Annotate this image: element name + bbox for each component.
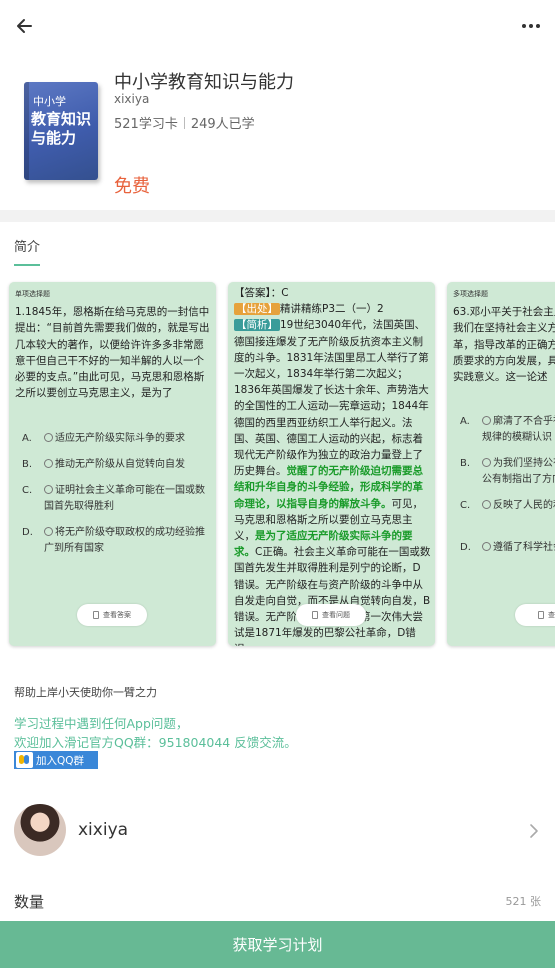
answer-line: 【答案】：C [234,287,289,299]
document-icon [538,611,544,619]
cover-subtitle: 中小学 [33,95,66,108]
course-author[interactable]: xixiya [114,92,149,106]
cover-title: 教育知识与能力 [31,110,92,147]
learner-count: 249人已学 [190,117,255,132]
document-icon [312,611,318,619]
top-bar [0,0,555,50]
preview-card-question[interactable]: 单项选择题 1.1845年，恩格斯在给马克思的一封信中提出：“目前首先需要我们做… [9,282,216,646]
option-text: 证明社会主义革命可能在一国或数国首先取得胜利 [44,485,205,512]
radio-circle-icon [44,433,53,442]
option-letter: B. [460,458,471,469]
help-text-line1: 学习过程中遇到任何App问题， [14,716,189,731]
source-tag: 【出处】 [234,303,280,316]
option-letter: D. [22,527,33,538]
course-detail-page: 中小学 教育知识与能力 中小学教育知识与能力 xixiya 521学习卡 249… [0,0,555,968]
course-cover[interactable]: 中小学 教育知识与能力 [24,82,98,180]
course-stats: 521学习卡 249人已学 [114,113,255,132]
radio-circle-icon [482,542,491,551]
chevron-right-icon[interactable] [527,822,541,840]
option-d[interactable]: D. 将无产阶级夺取政权的成功经验推广到所有国家 [22,525,212,557]
analysis-text: 19世纪3040年代，法国英国、德国接连爆发了无产阶级反抗资本主义制度的斗争。1… [234,319,429,478]
stats-divider [183,116,185,129]
option-letter: C. [22,485,33,496]
quantity-value: 521 张 [505,895,542,908]
option-text: 廓清了不合乎社会主义本质的发展规律的模糊认识 [482,416,555,443]
option-letter: A. [22,433,32,444]
option-text: 为我们坚持公有制主体地位和发展公有制指出了方向 [482,458,555,485]
radio-circle-icon [482,416,491,425]
question-text: 63.邓小平关于社会主义本质的理论，对于我们在坚持社会主义方向的基础上推进改革，… [453,306,555,384]
more-dots-icon[interactable] [517,12,545,40]
quantity-label: 数量 [14,893,45,911]
get-study-plan-button[interactable]: 获取学习计划 [0,921,555,968]
qq-icon [16,752,33,768]
help-title: 帮助上岸小天使助你一臂之力 [14,686,157,699]
question-type: 单项选择题 [15,290,50,298]
analysis-tag: 【简析】 [234,319,280,332]
price-label: 免费 [114,176,150,197]
source-text: 精讲精练P3二（一）2 [280,303,384,316]
answer-text: 【答案】：C 【出处】 精讲精练P3二（一）2 【简析】 19世纪3040年代，法国… [234,285,431,646]
join-qq-label: 加入QQ群 [36,754,85,767]
view-answer-label: 查看答案 [103,611,131,619]
course-title: 中小学教育知识与能力 [114,72,294,93]
option-b[interactable]: B. 推动无产阶级从自觉转向自发 [22,457,212,473]
radio-circle-icon [44,527,53,536]
view-answer-label: 查看 [548,611,555,619]
document-icon [93,611,99,619]
view-question-label: 查看问题 [322,611,350,619]
option-a[interactable]: A. 适应无产阶级实际斗争的要求 [22,431,212,447]
join-qq-group-button[interactable]: 加入QQ群 [14,751,98,769]
option-c[interactable]: C. 证明社会主义革命可能在一国或数国首先取得胜利 [22,483,212,515]
option-letter: A. [460,416,470,427]
arrow-left-icon[interactable] [12,12,40,40]
radio-circle-icon [44,459,53,468]
card-count: 521学习卡 [114,117,178,132]
option-letter: B. [22,459,33,470]
view-answer-button[interactable]: 查看 [515,604,555,626]
avatar[interactable] [14,804,66,856]
author-name[interactable]: xixiya [78,820,128,840]
view-question-button[interactable]: 查看问题 [296,604,366,626]
tab-intro[interactable]: 简介 [14,236,40,255]
option-letter: C. [460,500,471,511]
option-text: 遵循了科学社会主义的基本原则 [493,542,555,553]
help-text-line2: 欢迎加入滑记官方QQ群：951804044 反馈交流。 [14,735,297,750]
radio-circle-icon [482,458,491,467]
option-a[interactable]: A. 廓清了不合乎社会主义本质的发展规律的模糊认识 [460,414,555,446]
section-divider [0,210,555,222]
option-b[interactable]: B. 为我们坚持公有制主体地位和发展公有制指出了方向 [460,456,555,488]
question-type: 多项选择题 [453,290,488,298]
analysis-text: C正确。社会主义革命可能在一国或数国首先发生并取得胜利是列宁的论断，D错误。无产… [234,546,431,646]
radio-circle-icon [44,485,53,494]
option-text: 将无产阶级夺取政权的成功经验推广到所有国家 [44,527,205,554]
option-letter: D. [460,542,471,553]
preview-card-question-2[interactable]: 多项选择题 63.邓小平关于社会主义本质的理论，对于我们在坚持社会主义方向的基础… [447,282,555,646]
radio-circle-icon [482,500,491,509]
tab-indicator [14,264,40,266]
preview-card-answer[interactable]: 【答案】：C 【出处】 精讲精练P3二（一）2 【简析】 19世纪3040年代，法国… [228,282,435,646]
option-text: 适应无产阶级实际斗争的要求 [55,433,185,444]
option-text: 反映了人民的利益和时代的要求 [493,500,555,511]
option-c[interactable]: C. 反映了人民的利益和时代的要求 [460,498,555,514]
question-text: 1.1845年，恩格斯在给马克思的一封信中提出：“目前首先需要我们做的，就是写出… [15,306,210,400]
view-answer-button[interactable]: 查看答案 [77,604,147,626]
option-d[interactable]: D. 遵循了科学社会主义的基本原则 [460,540,555,556]
option-text: 推动无产阶级从自觉转向自发 [55,459,185,470]
